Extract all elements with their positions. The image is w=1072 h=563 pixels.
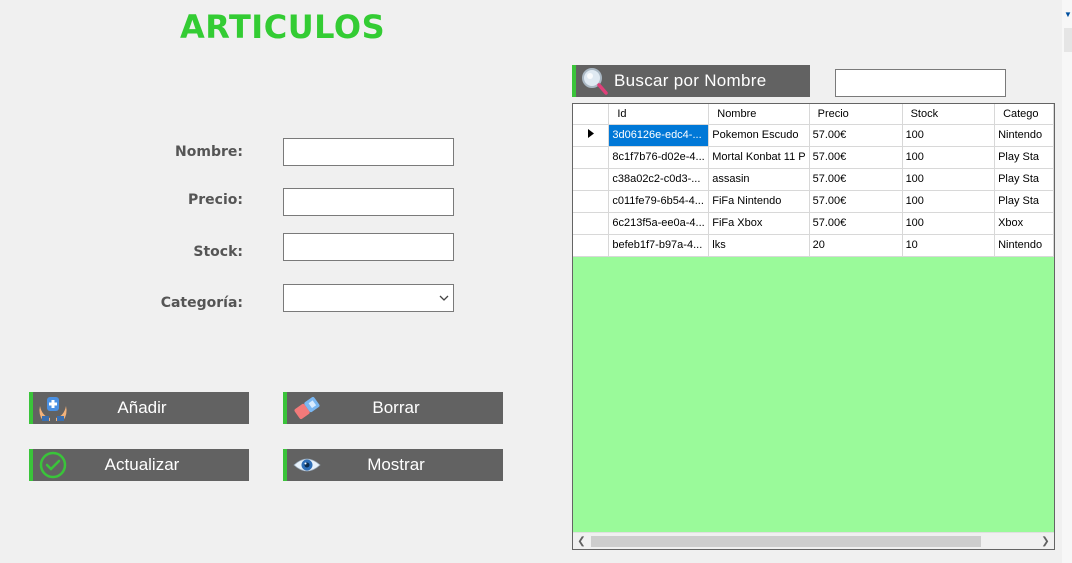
update-button[interactable]: Actualizar (29, 449, 249, 481)
categoria-select[interactable] (283, 284, 454, 312)
check-circle-icon (35, 449, 71, 481)
chevron-down-icon (439, 295, 449, 302)
table-cell[interactable]: 100 (902, 190, 996, 213)
search-input[interactable] (835, 69, 1006, 97)
table-cell[interactable]: 100 (902, 168, 996, 191)
table-cell[interactable]: 57.00€ (809, 146, 903, 169)
add-item-icon (35, 392, 71, 424)
table-cell[interactable]: 100 (902, 124, 996, 147)
row-header[interactable] (573, 190, 610, 213)
update-button-label: Actualizar (104, 455, 180, 474)
table-cell[interactable]: assasin (708, 168, 810, 191)
column-header-categoria[interactable]: Catego (994, 104, 1054, 125)
table-cell[interactable]: 20 (809, 234, 903, 257)
dropdown-arrow-icon[interactable]: ▼ (1064, 10, 1072, 19)
column-header-id[interactable]: Id (608, 104, 710, 125)
table-row[interactable]: c38a02c2-c0d3-... assasin 57.00€ 100 Pla… (573, 168, 1054, 191)
delete-button-label: Borrar (372, 398, 420, 417)
delete-button[interactable]: Borrar (283, 392, 503, 424)
table-cell[interactable]: Mortal Konbat 11 P (708, 146, 810, 169)
scrollbar-thumb[interactable] (591, 536, 981, 547)
nombre-label: Nombre: (175, 144, 243, 160)
show-button-label: Mostrar (367, 455, 425, 474)
stock-label: Stock: (193, 244, 243, 260)
table-cell[interactable]: 8c1f7b76-d02e-4... (608, 146, 710, 169)
table-cell[interactable]: c38a02c2-c0d3-... (608, 168, 710, 191)
table-cell[interactable]: Play Sta (994, 168, 1054, 191)
column-header-precio[interactable]: Precio (809, 104, 903, 125)
table-cell[interactable]: FiFa Nintendo (708, 190, 810, 213)
row-header[interactable] (573, 146, 610, 169)
current-row-arrow-icon (587, 129, 594, 138)
table-cell[interactable]: Xbox (994, 212, 1054, 235)
eraser-icon (289, 392, 325, 424)
table-cell[interactable]: 6c213f5a-ee0a-4... (608, 212, 710, 235)
table-row[interactable]: 3d06126e-edc4-... Pokemon Escudo 57.00€ … (573, 124, 1054, 147)
stock-input[interactable] (283, 233, 454, 261)
search-icon (576, 65, 612, 97)
table-row[interactable]: 8c1f7b76-d02e-4... Mortal Konbat 11 P 57… (573, 146, 1054, 169)
row-header-selected[interactable] (573, 124, 610, 147)
table-cell[interactable]: FiFa Xbox (708, 212, 810, 235)
row-header[interactable] (573, 168, 610, 191)
table-cell[interactable]: 100 (902, 212, 996, 235)
add-button-label: Añadir (117, 398, 167, 417)
table-cell[interactable]: 57.00€ (809, 168, 903, 191)
table-cell[interactable]: Pokemon Escudo (708, 124, 810, 147)
articles-table: Id Nombre Precio Stock Catego 3d06126e-e… (573, 104, 1054, 257)
table-cell[interactable]: 57.00€ (809, 212, 903, 235)
table-cell[interactable]: 10 (902, 234, 996, 257)
table-cell[interactable]: befeb1f7-b97a-4... (608, 234, 710, 257)
page-title: ARTICULOS (180, 8, 386, 46)
table-cell[interactable]: Play Sta (994, 146, 1054, 169)
table-cell[interactable]: 57.00€ (809, 190, 903, 213)
table-cell[interactable]: 3d06126e-edc4-... (608, 124, 710, 147)
table-cell[interactable]: c011fe79-6b54-4... (608, 190, 710, 213)
precio-input[interactable] (283, 188, 454, 216)
horizontal-scrollbar[interactable]: ❮ ❯ (573, 532, 1054, 549)
table-cell[interactable]: lks (708, 234, 810, 257)
nombre-input[interactable] (283, 138, 454, 166)
table-row[interactable]: c011fe79-6b54-4... FiFa Nintendo 57.00€ … (573, 190, 1054, 213)
row-header[interactable] (573, 212, 610, 235)
grid-header-row: Id Nombre Precio Stock Catego (573, 104, 1054, 125)
table-cell[interactable]: 100 (902, 146, 996, 169)
column-header-stock[interactable]: Stock (902, 104, 996, 125)
table-row[interactable]: befeb1f7-b97a-4... lks 20 10 Nintendo (573, 234, 1054, 257)
table-cell[interactable]: Nintendo (994, 124, 1054, 147)
window-edge-strip: ▼ (1062, 0, 1072, 563)
scroll-right-icon[interactable]: ❯ (1037, 533, 1054, 549)
row-header-corner[interactable] (573, 104, 610, 125)
show-button[interactable]: Mostrar (283, 449, 503, 481)
table-cell[interactable]: Play Sta (994, 190, 1054, 213)
articles-grid[interactable]: Id Nombre Precio Stock Catego 3d06126e-e… (572, 103, 1055, 550)
edge-scroll-thumb[interactable] (1064, 28, 1072, 52)
table-cell[interactable]: 57.00€ (809, 124, 903, 147)
column-header-nombre[interactable]: Nombre (708, 104, 810, 125)
precio-label: Precio: (188, 192, 243, 208)
table-cell[interactable]: Nintendo (994, 234, 1054, 257)
add-button[interactable]: Añadir (29, 392, 249, 424)
table-row[interactable]: 6c213f5a-ee0a-4... FiFa Xbox 57.00€ 100 … (573, 212, 1054, 235)
eye-icon (289, 449, 325, 481)
search-button[interactable]: Buscar por Nombre (572, 65, 810, 97)
row-header[interactable] (573, 234, 610, 257)
search-button-label: Buscar por Nombre (614, 71, 767, 90)
scroll-left-icon[interactable]: ❮ (573, 533, 590, 549)
categoria-label: Categoría: (160, 295, 243, 311)
